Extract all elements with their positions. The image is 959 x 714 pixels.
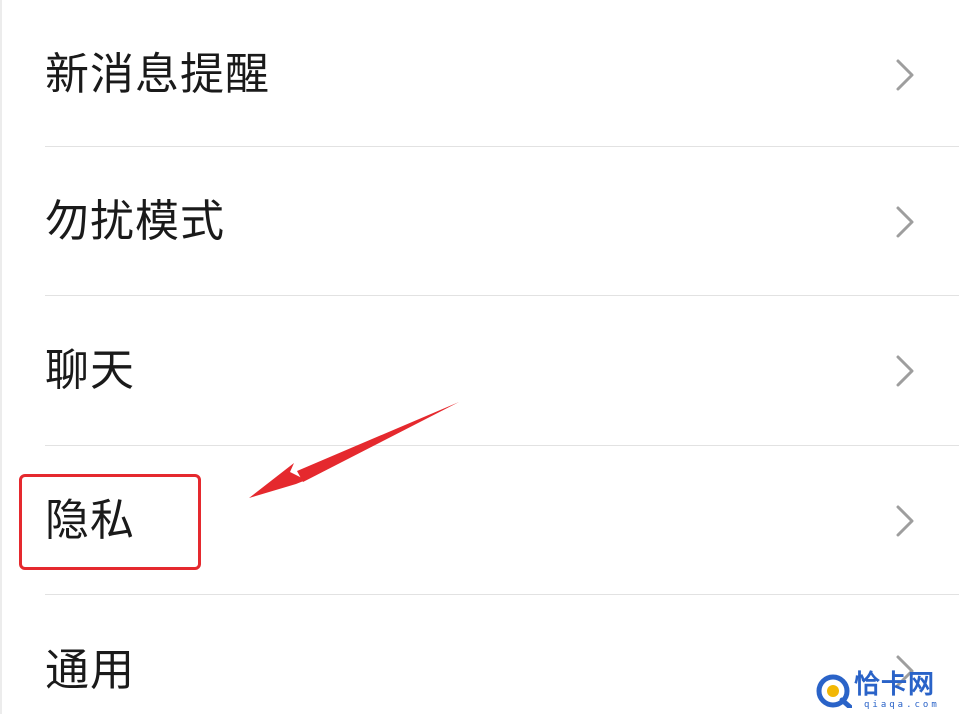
watermark-text: 恰卡网 [854,670,936,700]
chevron-right-icon [896,206,914,237]
watermark: 恰卡网 qiaqa.com [812,668,959,714]
settings-item-chat[interactable]: 聊天 [0,296,959,445]
watermark-subtext: qiaqa.com [864,700,940,710]
chevron-right-icon [896,59,914,90]
settings-item-label: 通用 [45,644,135,696]
settings-item-label: 勿扰模式 [45,195,225,247]
settings-item-label: 聊天 [45,344,135,396]
chevron-right-icon [896,355,914,386]
settings-item-label: 新消息提醒 [45,48,270,100]
chevron-right-icon [896,505,914,536]
divider [45,594,959,595]
watermark-logo-icon [816,674,852,708]
highlight-box [19,474,201,570]
settings-screen: 新消息提醒 勿扰模式 聊天 隐私 通用 恰卡网 qiaqa.com [0,0,959,714]
settings-item-do-not-disturb[interactable]: 勿扰模式 [0,147,959,296]
settings-item-new-message-alert[interactable]: 新消息提醒 [0,0,959,149]
